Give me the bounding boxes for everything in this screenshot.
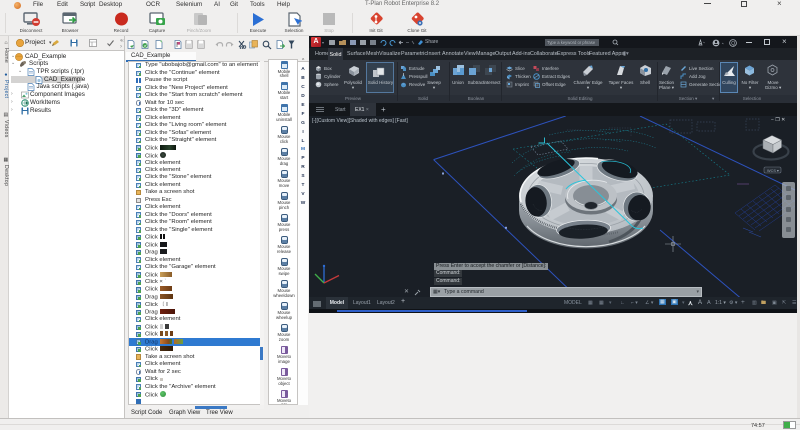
svg-text:Q: Q — [731, 40, 735, 46]
svg-text:WCS ▾: WCS ▾ — [767, 169, 779, 173]
